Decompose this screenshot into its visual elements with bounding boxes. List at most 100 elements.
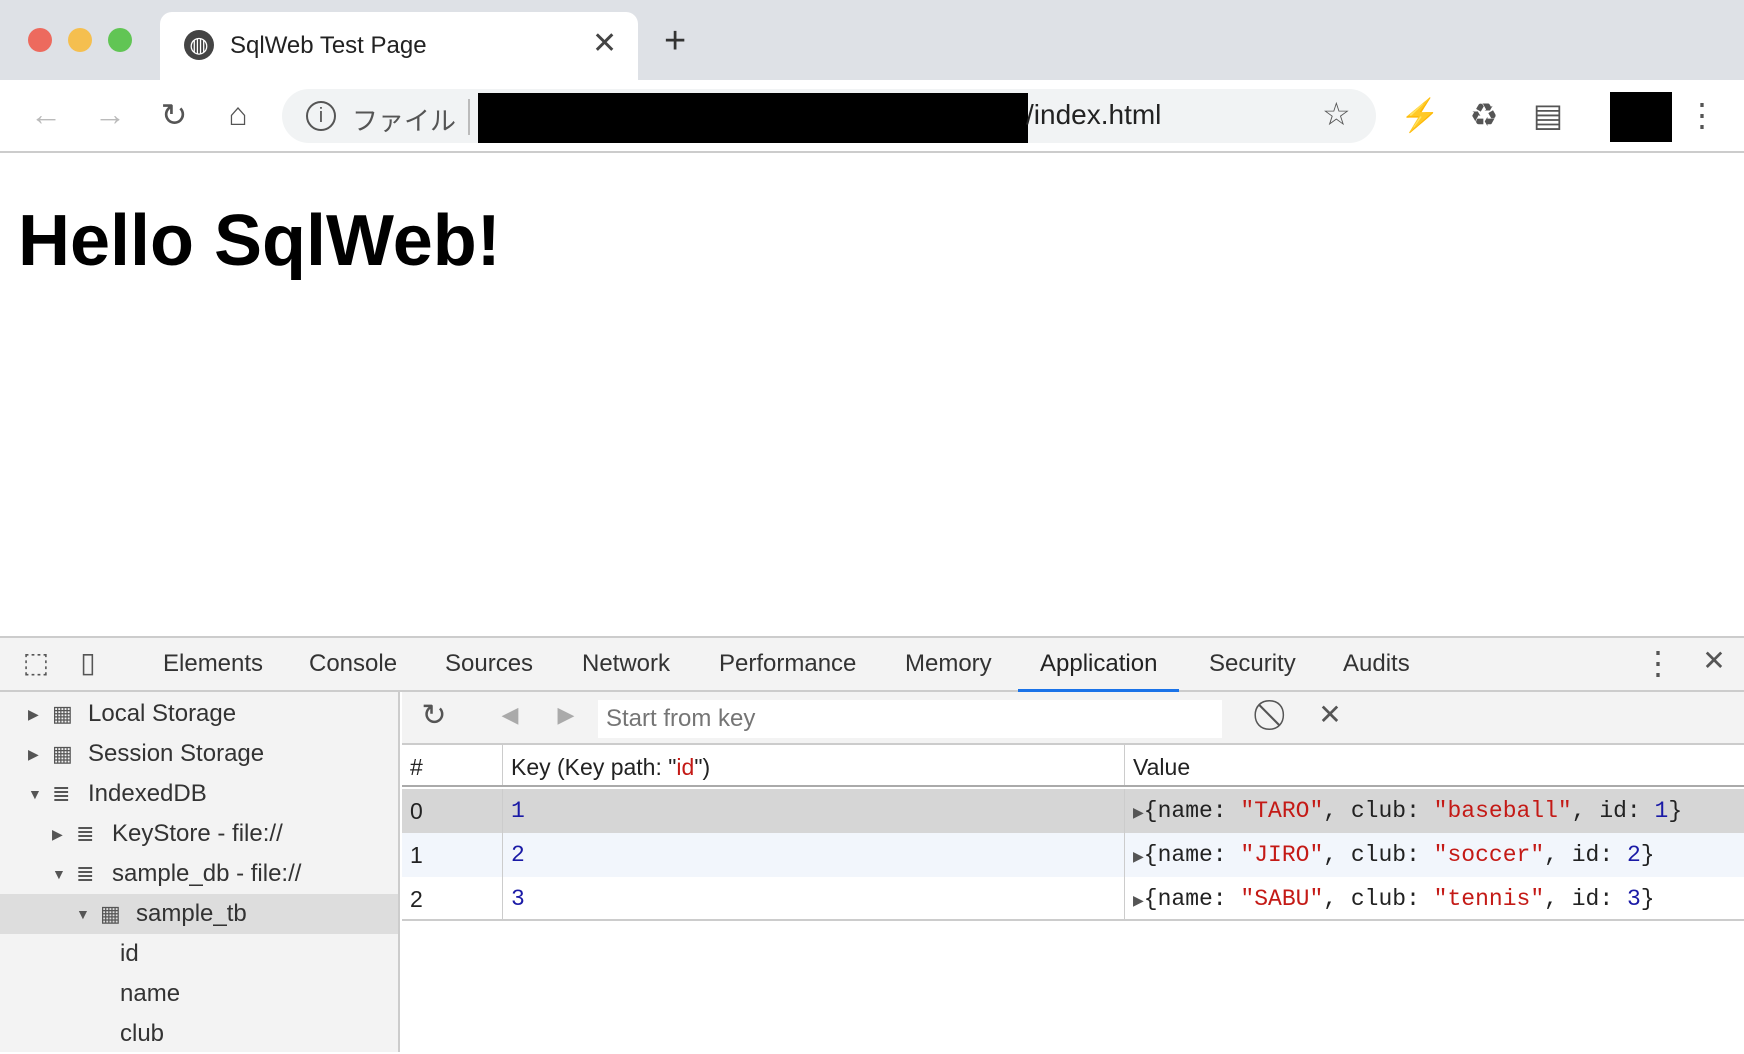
row-key: 2 (503, 833, 1125, 877)
maximize-window-button[interactable] (108, 28, 132, 52)
refresh-icon[interactable]: ↻ (414, 698, 454, 733)
next-page-icon[interactable]: ▶ (546, 702, 586, 728)
header-value: Value (1133, 754, 1191, 780)
row-value[interactable]: ▶{name: "TARO", club: "baseball", id: 1} (1125, 789, 1744, 833)
value-id: 3 (1626, 886, 1641, 912)
close-devtools-icon[interactable]: ✕ (1694, 644, 1734, 677)
start-from-key-input[interactable] (598, 700, 1222, 738)
new-tab-button[interactable]: + (664, 20, 686, 63)
sidebar-item-label: sample_db - file:// (112, 860, 302, 887)
row-key: 3 (503, 877, 1125, 919)
sidebar-item-session-storage[interactable]: ▶ ▦ Session Storage (0, 734, 398, 774)
value-id: 1 (1654, 798, 1669, 824)
redacted-url (478, 93, 1028, 143)
browser-tab[interactable]: ◍ SqlWeb Test Page ✕ (160, 12, 638, 80)
tab-elements[interactable]: Elements (153, 650, 273, 692)
info-icon[interactable]: i (306, 101, 336, 131)
value-name: TARO (1254, 798, 1310, 824)
value-club: soccer (1447, 842, 1531, 868)
grid-icon: ▦ (52, 741, 73, 766)
home-icon[interactable]: ⌂ (218, 96, 258, 133)
back-icon[interactable]: ← (26, 96, 66, 133)
row-index: 0 (402, 789, 503, 833)
close-window-button[interactable] (28, 28, 52, 52)
page-heading: Hello SqlWeb! (18, 201, 501, 281)
table-row[interactable]: 0 1 ▶{name: "TARO", club: "baseball", id… (402, 789, 1744, 833)
devtools-menu-icon[interactable]: ⋮ (1638, 644, 1678, 682)
sidebar-item-indexeddb[interactable]: ▼ ≣ IndexedDB (0, 774, 398, 814)
sidebar-item-sample-tb[interactable]: ▼ ▦ sample_tb (0, 894, 398, 934)
minimize-window-button[interactable] (68, 28, 92, 52)
sidebar-item-label: KeyStore - file:// (112, 820, 283, 847)
sidebar-item-label: Session Storage (88, 740, 265, 767)
sidebar-item-label: club (120, 1020, 165, 1047)
delete-selected-icon[interactable]: ✕ (1310, 698, 1350, 731)
header-key-suffix: ") (694, 754, 711, 780)
previous-page-icon[interactable]: ◀ (490, 702, 530, 728)
address-bar[interactable]: i ファイル /index.html ☆ (282, 89, 1376, 143)
url-text: /index.html (1026, 99, 1162, 130)
row-key: 1 (503, 789, 1125, 833)
database-icon: ≣ (76, 861, 95, 886)
devtools-tab-bar: ⬚ ▯ Elements Console Sources Network Per… (0, 638, 1744, 692)
value-name: SABU (1254, 886, 1310, 912)
sidebar-item-local-storage[interactable]: ▶ ▦ Local Storage (0, 694, 398, 734)
table-row[interactable]: 1 2 ▶{name: "JIRO", club: "soccer", id: … (402, 833, 1744, 877)
inspect-element-icon[interactable]: ⬚ (16, 646, 56, 679)
tab-performance[interactable]: Performance (709, 650, 866, 692)
value-club: tennis (1447, 886, 1531, 912)
devtools-panel: ⬚ ▯ Elements Console Sources Network Per… (0, 636, 1744, 1052)
value-id: 2 (1626, 842, 1641, 868)
tab-strip: ◍ SqlWeb Test Page ✕ + (0, 0, 1744, 80)
tab-network[interactable]: Network (572, 650, 680, 692)
sidebar-item-index-id[interactable]: id (0, 934, 398, 974)
menu-icon[interactable]: ⋮ (1682, 96, 1722, 134)
sidebar-item-sample-db[interactable]: ▼ ≣ sample_db - file:// (0, 854, 398, 894)
calendar-extension-icon[interactable]: ▤ (1528, 96, 1568, 134)
application-sidebar: ▶ ▦ Local Storage ▶ ▦ Session Storage ▼ ≣ Inde… (0, 692, 400, 1052)
sidebar-item-keystore[interactable]: ▶ ≣ KeyStore - file:// (0, 814, 398, 854)
row-index: 1 (402, 833, 503, 877)
expand-triangle-icon[interactable]: ▶ (1133, 894, 1144, 910)
reload-icon[interactable]: ↻ (154, 96, 194, 134)
database-icon: ≣ (52, 781, 71, 806)
expand-triangle-icon[interactable]: ▶ (1133, 850, 1144, 866)
sidebar-item-label: name (120, 980, 181, 1007)
tab-application[interactable]: Application (1018, 650, 1180, 692)
value-club: baseball (1447, 798, 1558, 824)
device-toolbar-icon[interactable]: ▯ (68, 646, 108, 679)
tab-security[interactable]: Security (1199, 650, 1306, 692)
table-header: # Key (Key path: "id") Value (402, 745, 1744, 787)
profile-avatar[interactable] (1610, 92, 1672, 142)
table-row[interactable]: 2 3 ▶{name: "SABU", club: "tennis", id: … (402, 877, 1744, 921)
divider (468, 99, 470, 135)
sidebar-item-label: sample_tb (136, 900, 247, 927)
sidebar-item-label: id (120, 940, 139, 967)
url-scheme: ファイル (352, 106, 457, 136)
key-path: id (676, 754, 695, 780)
close-tab-icon[interactable]: ✕ (592, 26, 617, 61)
globe-icon: ◍ (184, 30, 214, 60)
tab-audits[interactable]: Audits (1333, 650, 1420, 692)
value-name: JIRO (1254, 842, 1310, 868)
lightning-extension-icon[interactable]: ⚡ (1400, 96, 1440, 134)
grid-icon: ▦ (100, 901, 121, 926)
expand-triangle-icon[interactable]: ▶ (1133, 806, 1144, 822)
forward-icon[interactable]: → (90, 96, 130, 133)
clear-object-store-icon[interactable]: ⃠ (1256, 698, 1296, 732)
bookmark-star-icon[interactable]: ☆ (1322, 95, 1351, 133)
sidebar-item-index-name[interactable]: name (0, 974, 398, 1014)
tab-memory[interactable]: Memory (895, 650, 1002, 692)
tab-sources[interactable]: Sources (435, 650, 543, 692)
sidebar-item-label: IndexedDB (88, 780, 207, 807)
header-key: Key (Key path: "id") (503, 745, 1125, 785)
grid-icon: ▦ (52, 701, 73, 726)
row-index: 2 (402, 877, 503, 919)
tab-console[interactable]: Console (299, 650, 407, 692)
header-key-label: Key (Key path: " (511, 754, 677, 780)
sidebar-item-index-club[interactable]: club (0, 1014, 398, 1054)
recycle-extension-icon[interactable]: ♻ (1464, 96, 1504, 134)
row-value[interactable]: ▶{name: "SABU", club: "tennis", id: 3} (1125, 877, 1744, 919)
row-value[interactable]: ▶{name: "JIRO", club: "soccer", id: 2} (1125, 833, 1744, 877)
database-icon: ≣ (76, 821, 95, 846)
